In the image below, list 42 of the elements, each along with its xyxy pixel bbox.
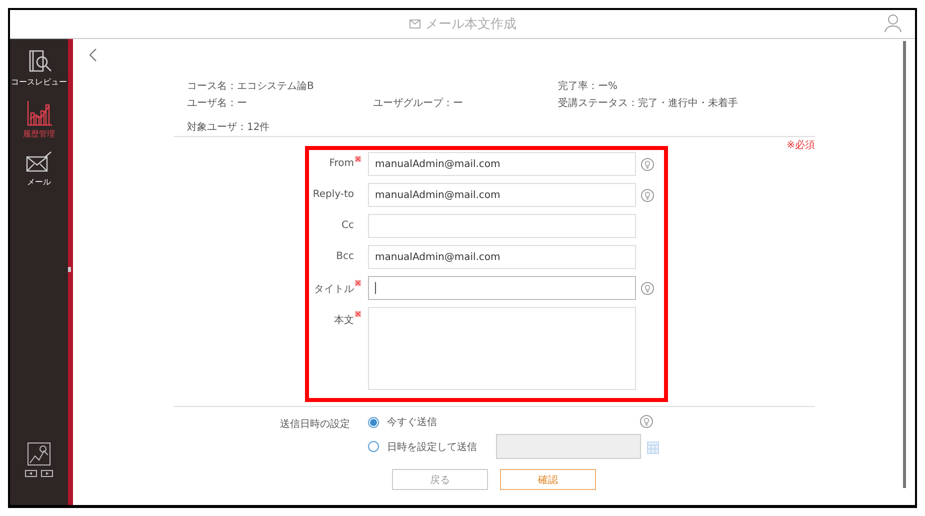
input-field[interactable] (368, 214, 636, 238)
field-label: From (329, 158, 354, 169)
calendar-icon[interactable] (647, 440, 659, 454)
course-name: コース名：エコシステム論B (187, 80, 315, 93)
sidebar-item[interactable]: コースレビュー (4, 47, 74, 89)
input-field[interactable]: manualAdmin@mail.com (368, 183, 636, 207)
user-name: ユーザ名：ー (187, 97, 248, 110)
course-status: 受講ステータス：完了・進行中・未着手 (558, 96, 739, 110)
previous-icon[interactable] (25, 470, 37, 477)
user-icon[interactable] (883, 13, 903, 33)
input-field[interactable] (368, 276, 636, 300)
hint-icon[interactable] (640, 414, 653, 428)
next-icon[interactable] (41, 470, 53, 477)
back-icon[interactable] (89, 48, 97, 62)
field-label: Bcc (336, 251, 354, 262)
hint-icon[interactable] (641, 282, 654, 295)
window-title: メール本文作成 (426, 16, 516, 33)
sidebar-item[interactable]: メール (24, 151, 54, 189)
scrollbar[interactable] (903, 41, 906, 488)
field-label: Reply-to (312, 189, 354, 200)
collapse-handle[interactable] (68, 267, 71, 272)
radio-option[interactable]: 今すぐ送信 (368, 415, 437, 429)
field-label: 本文 (334, 314, 354, 327)
target-users: 対象ユーザ：12件 (186, 120, 271, 135)
radio-option[interactable]: 日時を設定して送信 (368, 440, 477, 454)
bar-chart-icon (25, 99, 53, 127)
hint-icon[interactable] (641, 189, 654, 202)
mail-icon (408, 19, 420, 29)
field-label: タイトル (314, 283, 354, 296)
image-icon[interactable] (27, 442, 51, 466)
required-icon (355, 311, 361, 317)
sidebar-item[interactable]: 履歴管理 (19, 99, 59, 141)
user-group: ユーザグループ：ー (373, 96, 558, 110)
required-icon (355, 156, 361, 162)
required-note: ※必須 (786, 140, 815, 151)
completion-rate: 完了率：ー% (558, 80, 619, 93)
required-icon (355, 280, 361, 286)
hint-icon[interactable] (641, 158, 654, 171)
field-label: Cc (342, 220, 354, 231)
input-field[interactable]: manualAdmin@mail.com (368, 245, 636, 269)
schedule-label: 送信日時の設定 (280, 419, 350, 430)
input-field[interactable]: manualAdmin@mail.com (368, 152, 636, 176)
